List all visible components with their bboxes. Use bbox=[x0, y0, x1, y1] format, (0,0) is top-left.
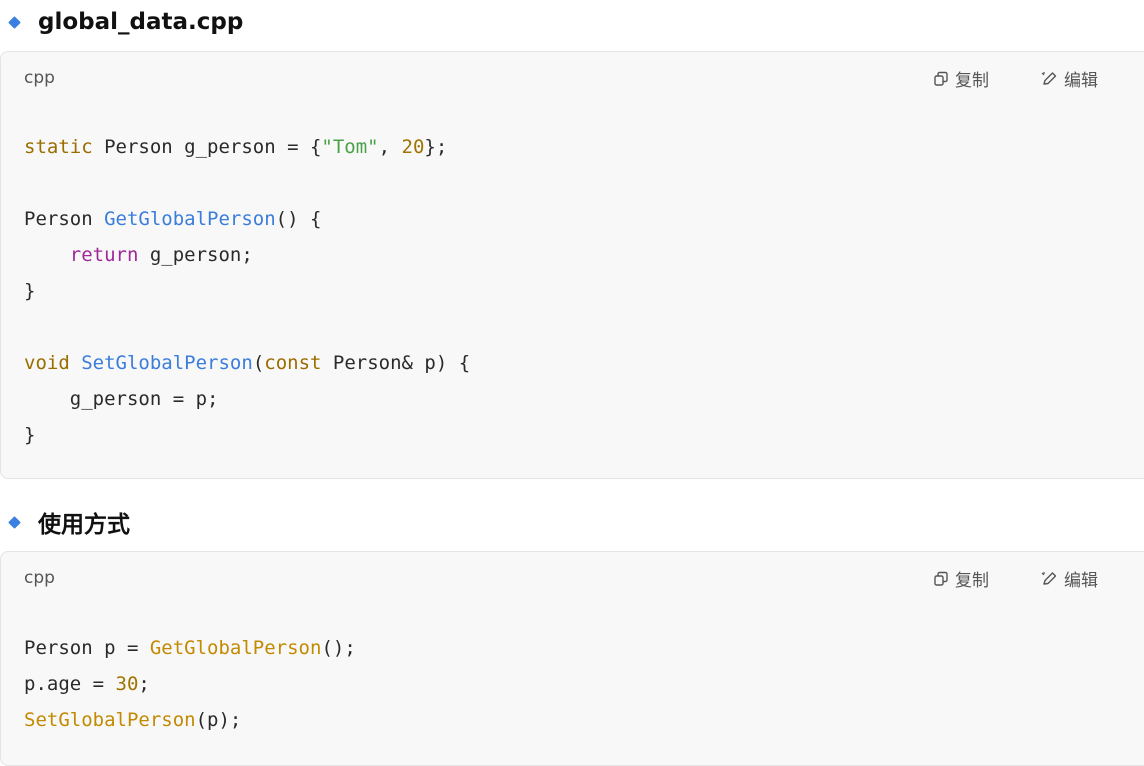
section-heading-usage: 使用方式 bbox=[0, 502, 130, 542]
code-line: static Person g_person = {"Tom", 20}; bbox=[24, 129, 470, 165]
code-token: return bbox=[69, 244, 139, 266]
code-token: 20 bbox=[401, 136, 425, 158]
code-token: void bbox=[24, 352, 70, 374]
code-token: SetGlobalPerson bbox=[81, 352, 253, 374]
code-token: GetGlobalPerson bbox=[149, 637, 322, 659]
section-title: global_data.cpp bbox=[38, 9, 244, 35]
copy-icon bbox=[934, 71, 948, 86]
diamond-bullet-icon bbox=[8, 515, 21, 529]
code-line: void SetGlobalPerson(const Person& p) { bbox=[24, 345, 470, 381]
code-token: (p); bbox=[195, 709, 242, 731]
code-token: () { bbox=[275, 208, 322, 230]
code-line: Person GetGlobalPerson() { bbox=[24, 201, 470, 237]
copy-label: 复制 bbox=[955, 71, 989, 91]
code-token: "Tom" bbox=[321, 136, 379, 158]
code-token: p.age = bbox=[24, 673, 116, 695]
copy-icon bbox=[934, 571, 948, 586]
code-block: cpp 复制 编辑 static Person g_person = {"Tom… bbox=[0, 51, 1144, 479]
code-token: (); bbox=[321, 637, 356, 659]
code-token: , bbox=[378, 136, 402, 158]
code-content: Person p = GetGlobalPerson(); p.age = 30;… bbox=[24, 630, 356, 738]
code-token: } bbox=[24, 280, 36, 302]
code-token: SetGlobalPerson bbox=[24, 709, 196, 731]
edit-icon bbox=[1041, 71, 1057, 85]
code-language-label: cpp bbox=[24, 68, 55, 88]
code-line: } bbox=[24, 417, 470, 453]
code-line: SetGlobalPerson(p); bbox=[24, 702, 356, 738]
code-token: } bbox=[24, 424, 36, 446]
code-token: g_person; bbox=[138, 244, 253, 266]
code-token: g_person = p; bbox=[24, 388, 219, 410]
code-token: 30 bbox=[115, 673, 139, 695]
code-line: return g_person; bbox=[24, 237, 470, 273]
code-token: ( bbox=[252, 352, 265, 374]
edit-label: 编辑 bbox=[1064, 571, 1098, 591]
code-line: g_person = p; bbox=[24, 381, 470, 417]
copy-label: 复制 bbox=[955, 571, 989, 591]
code-language-label: cpp bbox=[24, 568, 55, 588]
code-line: p.age = 30; bbox=[24, 666, 356, 702]
edit-button[interactable]: 编辑 bbox=[1041, 566, 1098, 591]
code-token: Person bbox=[24, 208, 105, 230]
code-token: Person g_person = { bbox=[92, 136, 322, 158]
copy-button[interactable]: 复制 bbox=[933, 66, 989, 91]
code-line: Person p = GetGlobalPerson(); bbox=[24, 630, 356, 666]
code-token: static bbox=[24, 136, 93, 158]
code-content: static Person g_person = {"Tom", 20}; Pe… bbox=[24, 129, 470, 453]
code-block: cpp 复制 编辑 Person p = GetGlobalPerson(); p… bbox=[0, 551, 1144, 766]
code-token: Person p = bbox=[24, 637, 150, 659]
edit-button[interactable]: 编辑 bbox=[1041, 66, 1098, 91]
code-token: }; bbox=[424, 136, 448, 158]
code-line: } bbox=[24, 273, 470, 309]
edit-icon bbox=[1041, 571, 1057, 585]
code-token: const bbox=[264, 352, 322, 374]
section-title: 使用方式 bbox=[38, 512, 130, 538]
edit-label: 编辑 bbox=[1064, 71, 1098, 91]
section-heading-global-data: global_data.cpp bbox=[0, 2, 243, 42]
code-token: ; bbox=[138, 673, 150, 695]
code-token: Person& p) { bbox=[321, 352, 471, 374]
copy-button[interactable]: 复制 bbox=[933, 566, 989, 591]
code-token: GetGlobalPerson bbox=[104, 208, 276, 230]
diamond-bullet-icon bbox=[8, 15, 21, 29]
